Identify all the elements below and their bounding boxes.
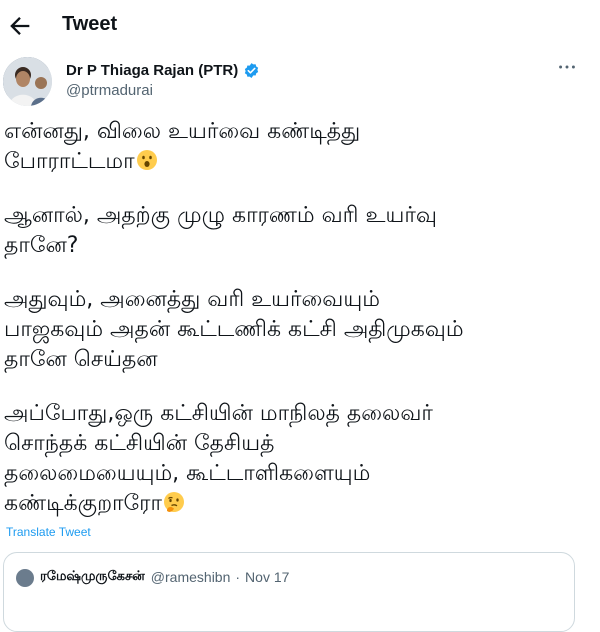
quoted-author-handle: @rameshibn (150, 569, 231, 585)
tweet-line: தலைமையையும், கூட்டாளிகளையும் (4, 461, 371, 486)
quoted-author-name: ரமேஷ்முருகேசன் (40, 569, 145, 584)
tweet-line-text: கண்டிக்குறாரோ (4, 491, 163, 516)
top-bar: Tweet (0, 0, 600, 53)
author-handle[interactable]: @ptrmadurai (66, 82, 153, 99)
quoted-tweet-card[interactable]: ரமேஷ்முருகேசன் @rameshibn · Nov 17 (3, 552, 575, 632)
tweet-line: அதுவும், அனைத்து வரி உயர்வையும் (4, 287, 380, 312)
avatar[interactable] (3, 57, 52, 106)
thinking-face-emoji-icon (164, 492, 185, 512)
page-title: Tweet (62, 13, 118, 35)
tweet-line: என்னது, விலை உயர்வை கண்டித்து (4, 119, 361, 144)
tweet-line-text: போராட்டமா (4, 149, 135, 174)
verified-badge-icon (245, 62, 259, 78)
tweet-line: ஆனால், அதற்கு முழு காரணம் வரி உயர்வு (4, 203, 437, 228)
back-arrow-icon[interactable] (6, 12, 34, 40)
surprised-face-emoji-icon (136, 150, 157, 170)
author-row: Dr P Thiaga Rajan (PTR) (66, 60, 260, 80)
tweet-line: கண்டிக்குறாரோ (4, 489, 594, 519)
tweet-text: என்னது, விலை உயர்வை கண்டித்து போராட்டமா … (4, 117, 594, 519)
author-name[interactable]: Dr P Thiaga Rajan (PTR) (66, 62, 238, 79)
tweet-line: அப்போது,ஒரு கட்சியின் மாநிலத் தலைவர் (4, 401, 433, 426)
quoted-author-row: ரமேஷ்முருகேசன் @rameshibn · Nov 17 (40, 569, 289, 585)
tweet-line: சொந்தக் கட்சியின் தேசியத் (4, 431, 275, 456)
quoted-separator: · (235, 569, 241, 585)
tweet-line: தானே? (4, 233, 79, 258)
tweet-line: போராட்டமா (4, 147, 594, 177)
tweet-line: தானே செய்தன (4, 347, 158, 372)
more-options-icon[interactable] (556, 56, 578, 78)
quoted-avatar (16, 569, 34, 587)
translate-tweet-link[interactable]: Translate Tweet (6, 525, 91, 539)
tweet-line: பாஜகவும் அதன் கூட்டணிக் கட்சி அதிமுகவும் (4, 317, 464, 342)
quoted-date: Nov 17 (245, 569, 290, 585)
